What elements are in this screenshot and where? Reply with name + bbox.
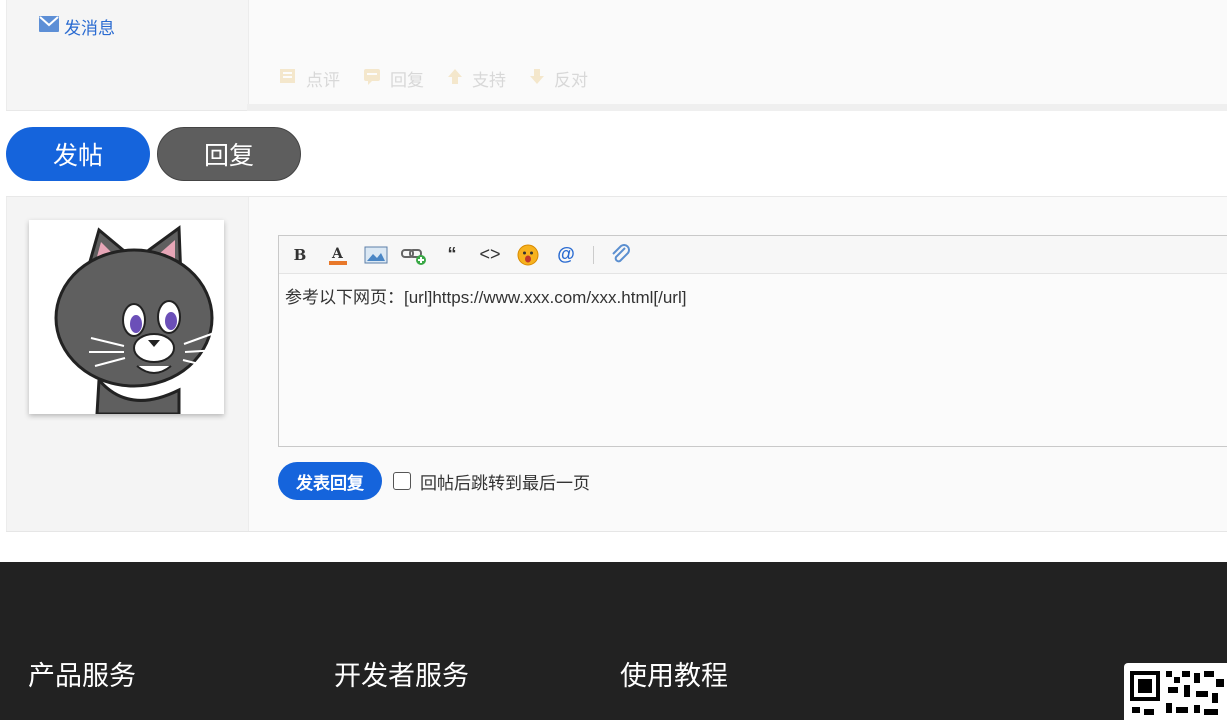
submit-reply-button[interactable]: 发表回复 <box>278 462 382 500</box>
envelope-icon <box>39 16 64 37</box>
jump-last-page-checkbox[interactable] <box>393 472 411 490</box>
oppose-action[interactable]: 反对 <box>528 66 588 91</box>
reply-icon <box>362 66 382 91</box>
reply-textarea[interactable]: 参考以下网页：[url]https://www.xxx.com/xxx.html… <box>279 274 1227 317</box>
thumbs-down-icon <box>528 66 546 91</box>
link-icon[interactable] <box>401 243 427 267</box>
divider <box>247 104 1227 111</box>
quote-icon[interactable]: “ <box>439 243 465 267</box>
image-icon[interactable] <box>363 243 389 267</box>
code-icon[interactable]: <> <box>477 243 503 267</box>
reply-label: 回复 <box>390 71 424 90</box>
svg-text:A: A <box>331 246 344 262</box>
author-column: 发消息 <box>6 0 249 110</box>
comment-action[interactable]: 点评 <box>278 66 340 91</box>
attachment-icon[interactable] <box>608 243 634 267</box>
avatar <box>29 220 224 416</box>
post-buttons: 发帖 回复 <box>6 127 301 181</box>
reply-button[interactable]: 回复 <box>157 127 301 181</box>
thumbs-up-icon <box>446 66 464 91</box>
footer-heading-tutorials: 使用教程 <box>620 661 728 691</box>
new-post-button[interactable]: 发帖 <box>6 127 150 181</box>
comment-icon <box>278 66 298 91</box>
jump-last-page-label: 回帖后跳转到最后一页 <box>420 473 590 493</box>
editor-toolbar: B A “ <> @ <box>279 236 1227 274</box>
oppose-label: 反对 <box>554 71 588 90</box>
author-column <box>6 197 249 531</box>
reply-editor: B A “ <> @ 参考以下网页：[url]https://www.xxx.c… <box>278 235 1227 447</box>
toolbar-separator <box>593 245 594 264</box>
emoji-icon[interactable] <box>515 243 541 267</box>
support-action[interactable]: 支持 <box>446 66 506 91</box>
send-message-link[interactable]: 发消息 <box>39 14 115 39</box>
footer-heading-developer: 开发者服务 <box>334 661 469 691</box>
footer-heading-products: 产品服务 <box>28 661 136 691</box>
post-actions: 点评 回复 支持 反对 <box>278 66 588 91</box>
bold-icon[interactable]: B <box>287 243 313 267</box>
post-footer-area: 发消息 点评 回复 支持 反对 <box>6 0 1227 111</box>
support-label: 支持 <box>472 71 506 90</box>
site-footer: 产品服务 开发者服务 使用教程 <box>0 562 1227 720</box>
quick-reply-panel: B A “ <> @ 参考以下网页：[url]https://www.xxx.c… <box>6 197 1227 532</box>
submit-row: 发表回复 回帖后跳转到最后一页 <box>278 462 590 500</box>
reply-action[interactable]: 回复 <box>362 66 424 91</box>
send-message-label: 发消息 <box>64 19 115 38</box>
qr-code <box>1124 663 1227 720</box>
mention-icon[interactable]: @ <box>553 243 579 267</box>
font-color-icon[interactable]: A <box>325 243 351 267</box>
comment-label: 点评 <box>306 71 340 90</box>
